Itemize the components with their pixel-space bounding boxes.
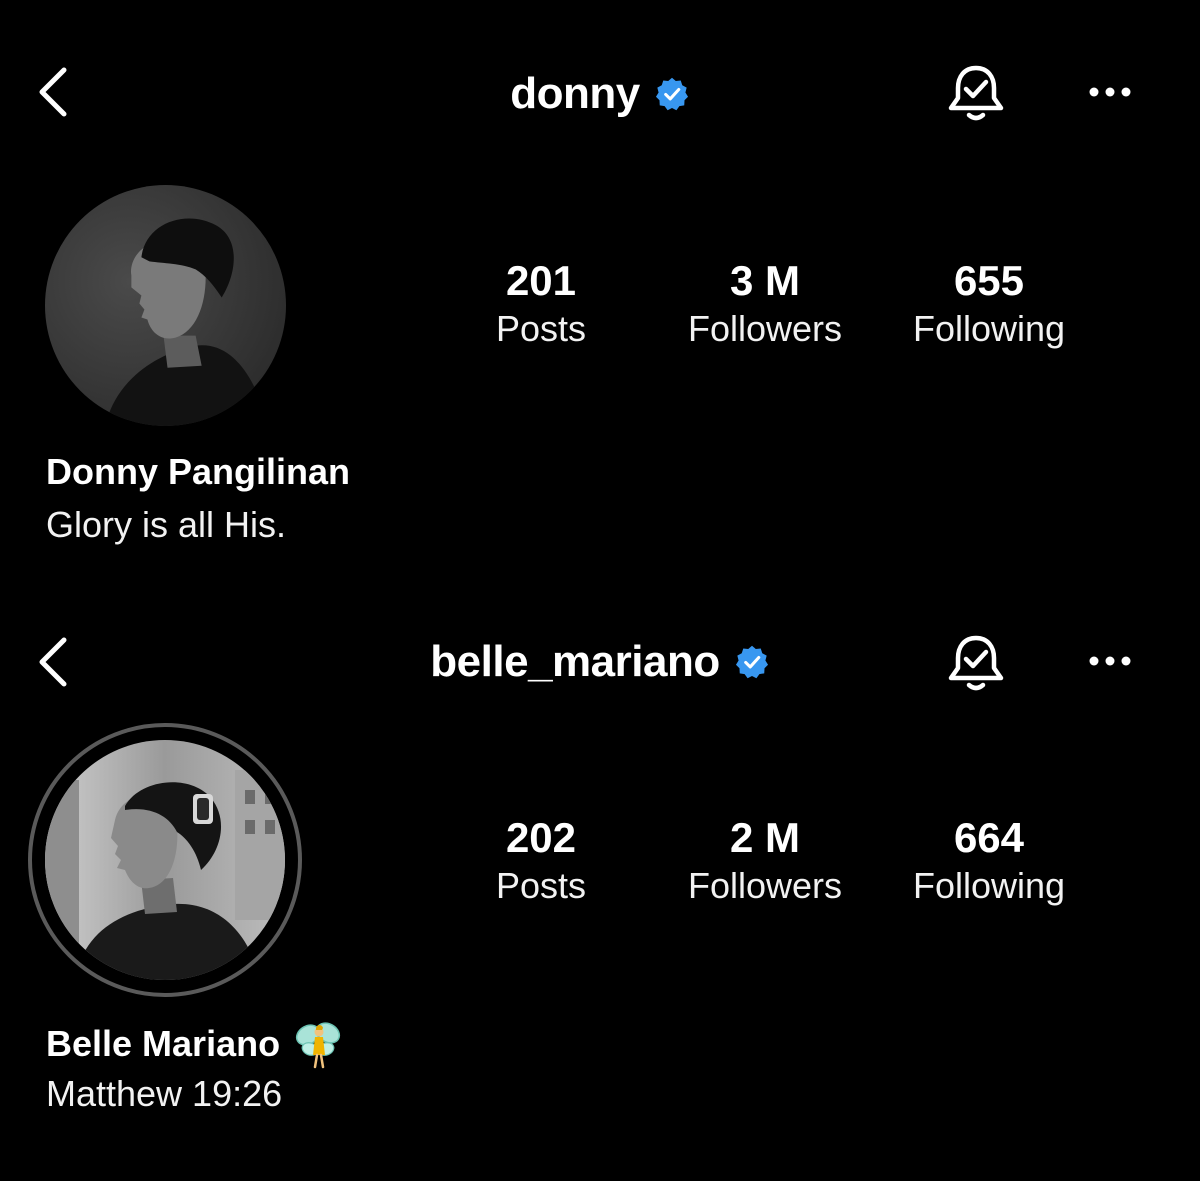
verified-badge-icon	[654, 76, 690, 112]
full-name-text: Donny Pangilinan	[46, 451, 351, 492]
fairy-emoji-icon	[294, 1019, 342, 1069]
chevron-left-icon	[39, 637, 67, 687]
verified-badge-icon	[734, 644, 770, 680]
stat-followers[interactable]: 2 M Followers	[655, 813, 875, 909]
profile-header-donny: donny 201 Posts 3 M Followers 655 Follow…	[0, 0, 1200, 560]
bio: Glory is all His.	[46, 504, 287, 545]
stat-posts[interactable]: 201 Posts	[431, 256, 651, 352]
bio: Matthew 19:26	[46, 1073, 283, 1114]
stat-label: Followers	[687, 308, 843, 349]
chevron-left-icon	[39, 67, 67, 117]
notifications-button[interactable]	[944, 630, 1008, 694]
stat-label: Posts	[495, 308, 587, 349]
profile-stats: 201 Posts 3 M Followers 655 Following	[0, 256, 1200, 366]
title-bar: belle_mariano	[0, 634, 1200, 690]
back-button[interactable]	[30, 632, 80, 692]
title-bar: donny	[0, 66, 1200, 122]
stat-posts[interactable]: 202 Posts	[431, 813, 651, 909]
more-options-button[interactable]	[1082, 641, 1138, 681]
stat-value: 655	[953, 257, 1025, 304]
more-options-button[interactable]	[1082, 72, 1138, 112]
stat-label: Posts	[495, 865, 587, 906]
stat-label: Followers	[687, 865, 843, 906]
stat-value: 201	[505, 257, 577, 304]
stat-following[interactable]: 664 Following	[879, 813, 1099, 909]
stat-value: 2 M	[729, 814, 800, 861]
stat-label: Following	[912, 308, 1066, 349]
profile-header-belle-mariano: belle_mariano 202 Posts 2 M Followers 66…	[0, 570, 1200, 1130]
full-name-text: Belle Mariano	[46, 1023, 281, 1064]
stat-followers[interactable]: 3 M Followers	[655, 256, 875, 352]
full-name: Donny Pangilinan	[46, 450, 350, 494]
stat-following[interactable]: 655 Following	[879, 256, 1099, 352]
stat-label: Following	[912, 865, 1066, 906]
profile-stats: 202 Posts 2 M Followers 664 Following	[0, 813, 1200, 923]
bell-check-icon	[948, 635, 1004, 691]
stat-value: 3 M	[729, 257, 800, 304]
username[interactable]: donny	[510, 69, 640, 119]
more-horizontal-icon	[1089, 656, 1131, 666]
full-name: Belle Mariano	[46, 1019, 342, 1069]
back-button[interactable]	[30, 62, 80, 122]
stat-value: 202	[505, 814, 577, 861]
notifications-button[interactable]	[944, 60, 1008, 124]
stat-value: 664	[953, 814, 1025, 861]
bell-check-icon	[948, 65, 1004, 121]
more-horizontal-icon	[1089, 87, 1131, 97]
username[interactable]: belle_mariano	[430, 637, 720, 687]
